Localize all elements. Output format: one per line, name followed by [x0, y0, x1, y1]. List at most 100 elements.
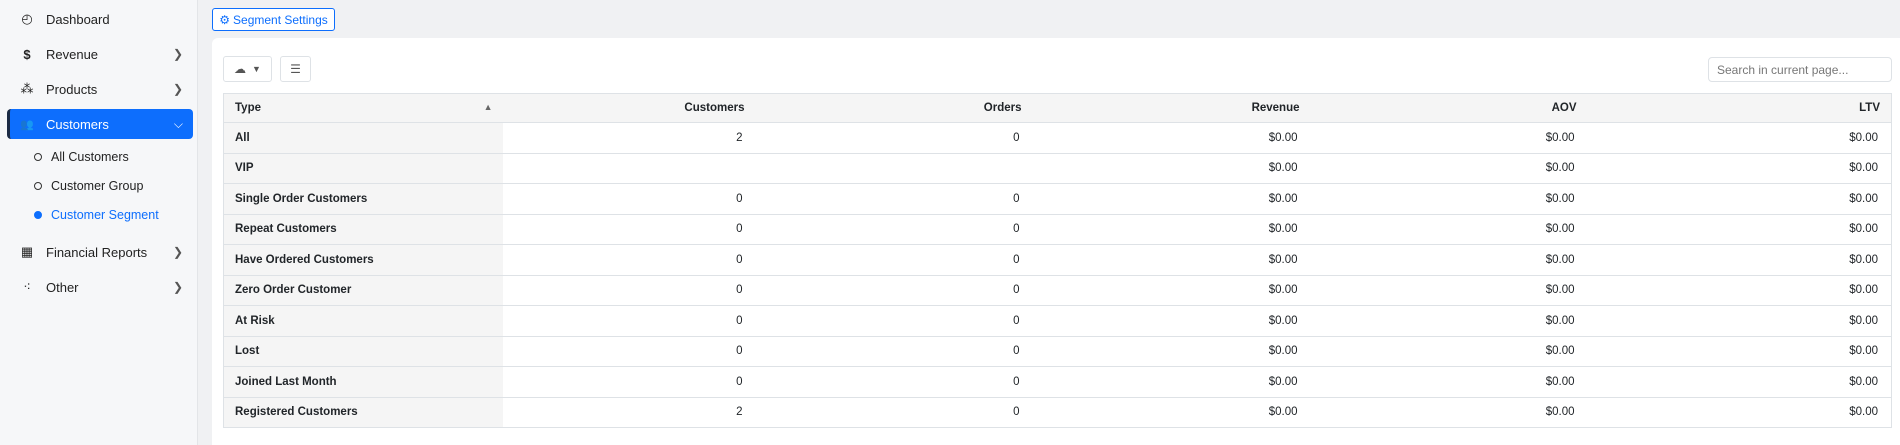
cell-orders: 0: [755, 305, 1033, 337]
export-dropdown-button[interactable]: ☁ ▼: [223, 56, 272, 82]
cell-ltv: $0.00: [1587, 397, 1892, 428]
cell-orders: 0: [755, 244, 1033, 276]
column-header-label: Type: [235, 102, 261, 114]
cell-revenue: $0.00: [1032, 183, 1311, 215]
cell-aov: $0.00: [1310, 122, 1588, 154]
cell-ltv: $0.00: [1587, 183, 1892, 215]
cell-aov: $0.00: [1310, 183, 1588, 215]
cell-orders: 0: [755, 366, 1033, 398]
cell-orders: 0: [755, 214, 1033, 245]
cell-revenue: $0.00: [1032, 305, 1311, 337]
row-type-cell: Have Ordered Customers: [223, 244, 503, 276]
sitemap-icon: ⁖: [23, 279, 31, 294]
cell-orders: 0: [755, 183, 1033, 215]
cell-orders: 0: [755, 122, 1033, 154]
cell-revenue: $0.00: [1032, 153, 1311, 184]
sidebar-item-products[interactable]: ⁂ Products ❯: [7, 74, 193, 104]
row-type-cell: Registered Customers: [223, 397, 503, 428]
cell-customers: 2: [502, 397, 756, 428]
cell-ltv: $0.00: [1587, 275, 1892, 306]
row-type-cell: Lost: [223, 336, 503, 367]
chevron-down-icon: ⌵: [173, 116, 183, 131]
cell-aov: $0.00: [1310, 153, 1588, 184]
cell-revenue: $0.00: [1032, 122, 1311, 154]
sidebar: ◴ Dashboard $ Revenue ❯ ⁂ Products ❯ 👥 Custome…: [0, 0, 198, 445]
cloud-download-icon: ☁: [234, 62, 247, 76]
sidebar-item-customers[interactable]: 👥 Customers ⌵: [7, 109, 193, 139]
cell-aov: $0.00: [1310, 336, 1588, 367]
segment-settings-label: Segment Settings: [233, 12, 328, 27]
cell-revenue: $0.00: [1032, 244, 1311, 276]
table-row: At Risk 0 0 $0.00 $0.00 $0.00: [223, 305, 1892, 337]
cell-ltv: $0.00: [1587, 122, 1892, 154]
cell-customers: [502, 153, 756, 184]
sidebar-item-other[interactable]: ⁖ Other ❯: [7, 272, 193, 302]
dollar-icon: $: [23, 46, 31, 62]
cell-aov: $0.00: [1310, 305, 1588, 337]
cell-aov: $0.00: [1310, 366, 1588, 398]
sidebar-item-label: Dashboard: [46, 11, 110, 27]
segment-table: Type ▲ Customers Orders Revenue AOV LTV All 2 0 $…: [223, 93, 1892, 428]
column-settings-button[interactable]: ☰: [280, 56, 311, 82]
row-type-cell: Repeat Customers: [223, 214, 503, 245]
column-header-type[interactable]: Type ▲: [223, 93, 503, 123]
cell-orders: 0: [755, 397, 1033, 428]
cell-orders: 0: [755, 336, 1033, 367]
table-row: Have Ordered Customers 0 0 $0.00 $0.00 $0.00: [223, 244, 1892, 276]
row-type-cell: VIP: [223, 153, 503, 184]
sliders-icon: ☰: [290, 62, 301, 76]
sidebar-item-revenue[interactable]: $ Revenue ❯: [7, 39, 193, 69]
cell-customers: 0: [502, 305, 756, 337]
row-type-cell: Joined Last Month: [223, 366, 503, 398]
column-header-ltv[interactable]: LTV: [1587, 93, 1892, 123]
sidebar-item-label: Other: [46, 279, 79, 295]
table-row: VIP $0.00 $0.00 $0.00: [223, 153, 1892, 184]
cell-aov: $0.00: [1310, 275, 1588, 306]
row-type-cell: Single Order Customers: [223, 183, 503, 215]
cell-ltv: $0.00: [1587, 305, 1892, 337]
cell-customers: 0: [502, 244, 756, 276]
segment-settings-button[interactable]: ⚙ Segment Settings: [212, 8, 335, 31]
column-header-revenue[interactable]: Revenue: [1032, 93, 1311, 123]
column-header-orders[interactable]: Orders: [755, 93, 1033, 123]
cell-aov: $0.00: [1310, 214, 1588, 245]
sidebar-subitem-customer-group[interactable]: Customer Group: [34, 179, 143, 193]
cell-revenue: $0.00: [1032, 336, 1311, 367]
chevron-right-icon: ❯: [172, 280, 183, 294]
cell-aov: $0.00: [1310, 244, 1588, 276]
sidebar-subitem-all-customers[interactable]: All Customers: [34, 150, 129, 164]
cell-ltv: $0.00: [1587, 336, 1892, 367]
table-header-row: Type ▲ Customers Orders Revenue AOV LTV: [223, 93, 1892, 123]
circle-icon: [34, 182, 42, 190]
sidebar-subitem-customer-segment[interactable]: Customer Segment: [34, 208, 159, 222]
table-row: Repeat Customers 0 0 $0.00 $0.00 $0.00: [223, 214, 1892, 245]
subitem-label: Customer Group: [51, 179, 144, 193]
chevron-right-icon: ❯: [172, 47, 183, 61]
sidebar-item-dashboard[interactable]: ◴ Dashboard: [7, 4, 193, 34]
subitem-label: All Customers: [51, 150, 129, 164]
segment-card: ☁▼ ☰ Type▲CustomersOrdersRevenueAOVLTV A…: [212, 38, 1900, 445]
cell-aov: $0.00: [1310, 397, 1588, 428]
sidebar-item-financial-reports[interactable]: ▦ Financial Reports ❯: [7, 237, 193, 267]
caret-down-icon: ▼: [252, 64, 261, 74]
sidebar-item-label: Products: [46, 81, 98, 97]
table-row: Zero Order Customer 0 0 $0.00 $0.00 $0.00: [223, 275, 1892, 306]
table-row: All 2 0 $0.00 $0.00 $0.00: [223, 122, 1892, 154]
sidebar-item-label: Customers: [46, 116, 109, 132]
search-input[interactable]: [1708, 57, 1892, 82]
column-header-aov[interactable]: AOV: [1310, 93, 1588, 123]
dashboard-icon: ◴: [21, 11, 33, 26]
gear-icon: ⚙: [219, 12, 231, 27]
cell-ltv: $0.00: [1587, 244, 1892, 276]
table-row: Single Order Customers 0 0 $0.00 $0.00 $0.00: [223, 183, 1892, 215]
sort-asc-icon[interactable]: ▲: [484, 102, 493, 112]
cell-customers: 0: [502, 275, 756, 306]
cell-ltv: $0.00: [1587, 214, 1892, 245]
cell-ltv: $0.00: [1587, 366, 1892, 398]
cell-orders: 0: [755, 275, 1033, 306]
cell-customers: 0: [502, 366, 756, 398]
cell-customers: 2: [502, 122, 756, 154]
chevron-right-icon: ❯: [172, 245, 183, 259]
column-header-customers[interactable]: Customers: [502, 93, 756, 123]
products-icon: ⁂: [20, 81, 34, 96]
